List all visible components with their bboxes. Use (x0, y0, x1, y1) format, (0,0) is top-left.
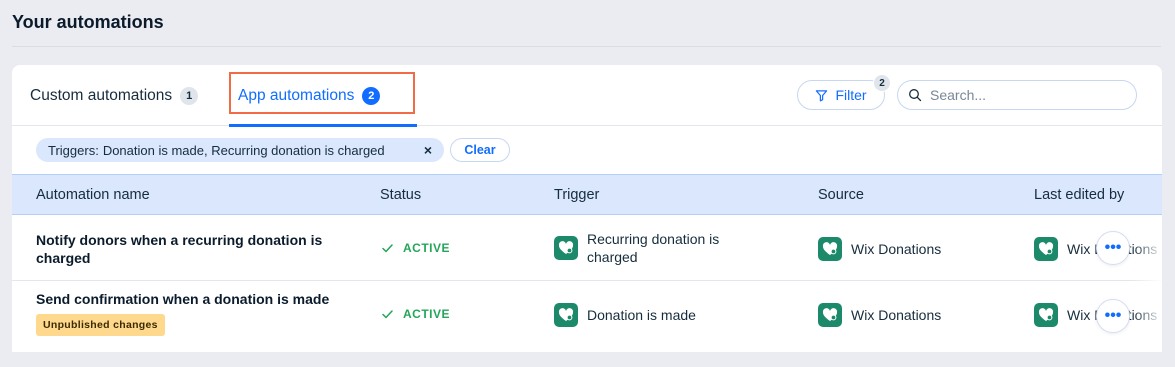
more-actions-button[interactable]: ••• (1096, 231, 1130, 265)
source-cell: Wix Donations (818, 303, 941, 327)
source-label: Wix Donations (851, 241, 942, 257)
unpublished-changes-badge: Unpublished changes (36, 314, 165, 336)
automation-name-cell: Send confirmation when a donation is mad… (36, 290, 336, 336)
page-bottom-band (0, 352, 1175, 367)
tab-custom-count-badge: 1 (180, 86, 199, 105)
wix-donations-heart-icon (818, 303, 842, 327)
wix-donations-heart-icon (1034, 237, 1058, 261)
trigger-filter-chip[interactable]: Triggers: Donation is made, Recurring do… (36, 138, 444, 162)
trigger-label: Recurring donation is charged (587, 231, 720, 265)
table-row[interactable]: Notify donors when a recurring donation … (12, 215, 1162, 281)
table-row[interactable]: Send confirmation when a donation is mad… (12, 281, 1162, 352)
column-header-status[interactable]: Status (380, 175, 421, 215)
search-input[interactable] (930, 87, 1120, 103)
chip-key: Triggers: (48, 142, 99, 158)
chip-value: Donation is made, Recurring donation is … (102, 142, 385, 158)
column-header-last-edited[interactable]: Last edited by (1034, 175, 1124, 215)
tab-custom-automations[interactable]: Custom automations 1 (30, 65, 199, 126)
column-header-name[interactable]: Automation name (36, 175, 150, 215)
filter-label: Filter (835, 87, 867, 103)
check-icon (382, 309, 393, 318)
tab-custom-label: Custom automations (30, 86, 173, 104)
active-filters-row: Triggers: Donation is made, Recurring do… (12, 126, 1162, 174)
page-title: Your automations (12, 12, 164, 32)
automation-name[interactable]: Send confirmation when a donation is mad… (36, 290, 336, 308)
check-icon (382, 243, 393, 252)
status-cell: ACTIVE (382, 307, 450, 321)
title-divider (12, 46, 1161, 47)
status-label: ACTIVE (403, 241, 451, 255)
search-field[interactable] (897, 80, 1137, 110)
tab-highlight-box (229, 72, 415, 114)
more-actions-button[interactable]: ••• (1096, 299, 1130, 333)
filter-icon (816, 89, 828, 101)
clear-filters-button[interactable]: Clear (450, 138, 510, 162)
filter-button[interactable]: Filter (797, 80, 885, 110)
chip-remove-icon[interactable]: × (424, 142, 432, 158)
trigger-label: Donation is made (587, 307, 696, 323)
column-header-source[interactable]: Source (818, 175, 864, 215)
more-actions-icon: ••• (1104, 239, 1122, 256)
status-cell: ACTIVE (382, 241, 450, 255)
wix-donations-heart-icon (554, 236, 578, 260)
column-header-trigger[interactable]: Trigger (554, 175, 599, 215)
table-header: Automation name Status Trigger Source La… (12, 174, 1162, 215)
filter-count-badge: 2 (873, 74, 891, 92)
trigger-cell: Recurring donation is charged (554, 230, 754, 266)
status-label: ACTIVE (403, 307, 451, 321)
automations-card: Custom automations 1 App automations 2 F… (12, 65, 1162, 367)
more-actions-icon: ••• (1104, 307, 1122, 324)
wix-donations-heart-icon (554, 303, 578, 327)
source-cell: Wix Donations (818, 237, 941, 261)
automation-name[interactable]: Notify donors when a recurring donation … (36, 231, 336, 267)
wix-donations-heart-icon (818, 237, 842, 261)
tab-app-automations[interactable]: App automations 2 (229, 65, 417, 127)
wix-donations-heart-icon (1034, 303, 1058, 327)
source-label: Wix Donations (851, 307, 942, 323)
tabs-row: Custom automations 1 App automations 2 F… (12, 65, 1162, 127)
trigger-cell: Donation is made (554, 303, 754, 327)
search-icon (909, 89, 922, 102)
